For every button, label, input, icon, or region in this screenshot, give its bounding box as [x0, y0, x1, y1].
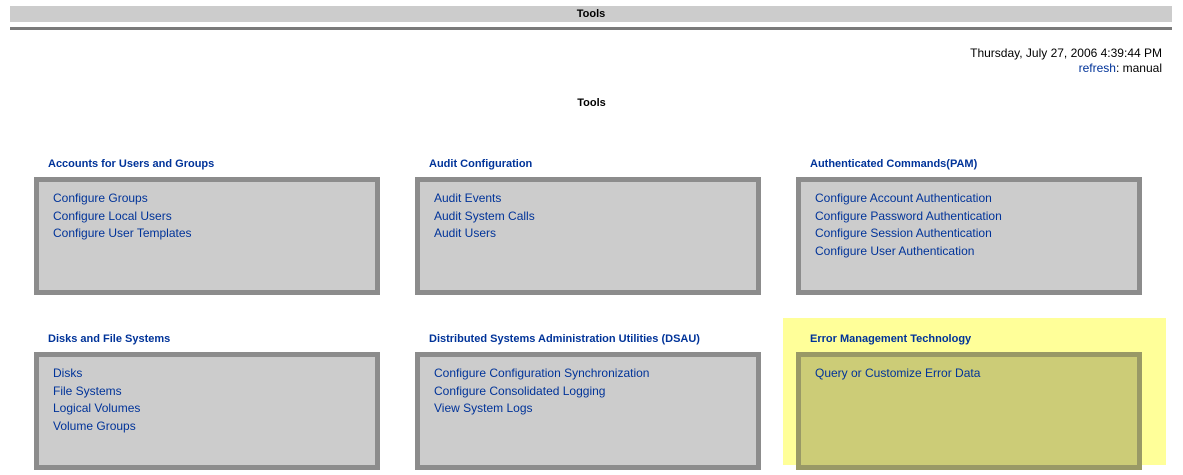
section-links-box: Audit Events Audit System Calls Audit Us…: [415, 177, 761, 295]
tools-title-bar: Tools: [10, 6, 1172, 22]
section-title: Disks and File Systems: [48, 333, 171, 345]
link-view-system-logs[interactable]: View System Logs: [434, 400, 742, 418]
section-title: Error Management Technology: [810, 333, 972, 345]
link-query-or-customize-error-data[interactable]: Query or Customize Error Data: [815, 365, 1123, 383]
link-configure-consolidated-logging[interactable]: Configure Consolidated Logging: [434, 383, 742, 401]
link-volume-groups[interactable]: Volume Groups: [53, 418, 361, 436]
link-configure-session-authentication[interactable]: Configure Session Authentication: [815, 225, 1123, 243]
section-links-box: Configure Groups Configure Local Users C…: [34, 177, 380, 295]
link-configure-user-authentication[interactable]: Configure User Authentication: [815, 243, 1123, 261]
section-title: Distributed Systems Administration Utili…: [429, 333, 700, 345]
title-divider: [10, 27, 1172, 30]
link-audit-system-calls[interactable]: Audit System Calls: [434, 208, 742, 226]
section-links-box: Configure Configuration Synchronization …: [415, 352, 761, 470]
section-title: Accounts for Users and Groups: [48, 158, 215, 170]
section-title: Audit Configuration: [429, 158, 533, 170]
link-audit-users[interactable]: Audit Users: [434, 225, 742, 243]
section-links-box: Configure Account Authentication Configu…: [796, 177, 1142, 295]
link-logical-volumes[interactable]: Logical Volumes: [53, 400, 361, 418]
refresh-line: refresh: manual: [970, 61, 1162, 76]
title-bar-label: Tools: [576, 8, 606, 20]
link-configure-local-users[interactable]: Configure Local Users: [53, 208, 361, 226]
section-title: Authenticated Commands(PAM): [810, 158, 978, 170]
refresh-link[interactable]: refresh: [1079, 61, 1116, 75]
link-audit-events[interactable]: Audit Events: [434, 190, 742, 208]
refresh-mode: : manual: [1115, 61, 1162, 75]
timestamp-block: Thursday, July 27, 2006 4:39:44 PM refre…: [970, 46, 1162, 76]
link-disks[interactable]: Disks: [53, 365, 361, 383]
link-file-systems[interactable]: File Systems: [53, 383, 361, 401]
link-configure-account-authentication[interactable]: Configure Account Authentication: [815, 190, 1123, 208]
link-configure-configuration-synchronization[interactable]: Configure Configuration Synchronization: [434, 365, 742, 383]
current-datetime: Thursday, July 27, 2006 4:39:44 PM: [970, 46, 1162, 60]
link-configure-password-authentication[interactable]: Configure Password Authentication: [815, 208, 1123, 226]
link-configure-user-templates[interactable]: Configure User Templates: [53, 225, 361, 243]
section-links-box: Disks File Systems Logical Volumes Volum…: [34, 352, 380, 470]
section-links-box: Query or Customize Error Data: [796, 352, 1142, 470]
link-configure-groups[interactable]: Configure Groups: [53, 190, 361, 208]
page-title: Tools: [577, 97, 606, 109]
